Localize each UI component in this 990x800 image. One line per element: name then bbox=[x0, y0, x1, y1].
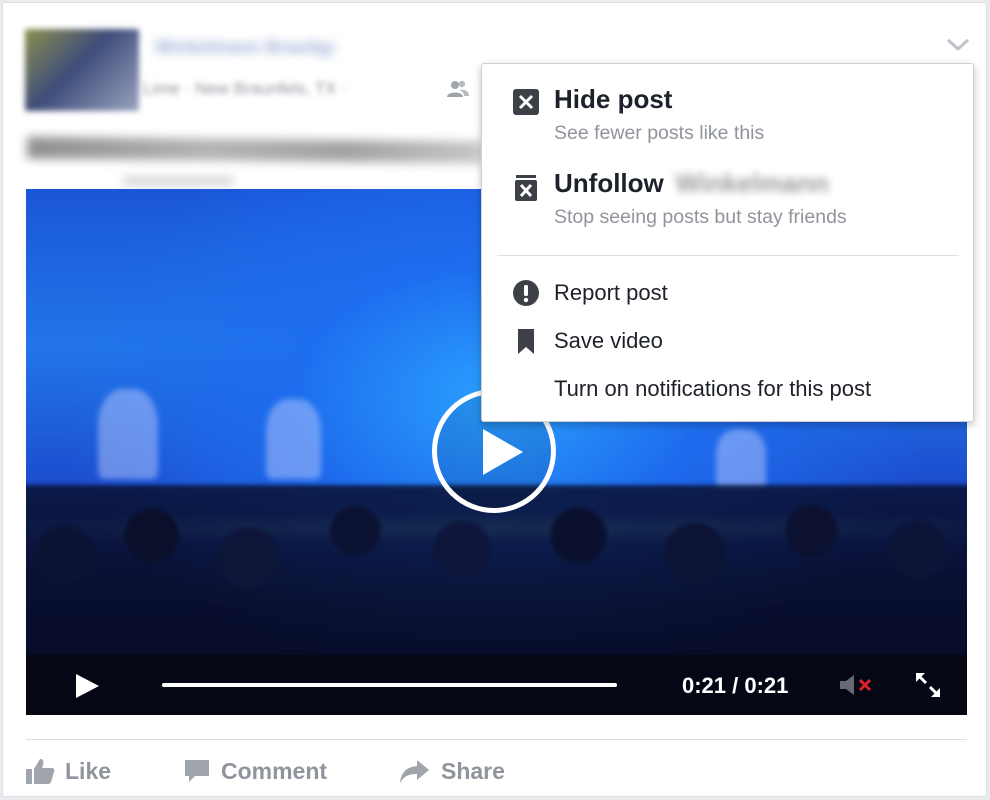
performer-figure bbox=[266, 399, 321, 479]
unfollow-title: Unfollow Winkelmann bbox=[554, 168, 829, 199]
unfollow-label: Unfollow bbox=[554, 168, 664, 198]
time-display: 0:21 / 0:21 bbox=[682, 673, 789, 698]
play-icon bbox=[483, 429, 523, 475]
share-button[interactable]: Share bbox=[399, 753, 505, 789]
unfollow-subtitle: Stop seeing posts but stay friends bbox=[554, 206, 847, 228]
exclamation-icon bbox=[512, 279, 540, 307]
unfollow-name: Winkelmann bbox=[675, 168, 829, 198]
share-arrow-icon bbox=[400, 760, 429, 783]
menu-item-save-video[interactable]: Save video bbox=[482, 322, 973, 362]
menu-item-hide-post[interactable]: Hide post See fewer posts like this bbox=[482, 82, 973, 152]
performer-figure bbox=[716, 429, 766, 489]
post-options-menu: Hide post See fewer posts like this Unfo… bbox=[481, 63, 974, 422]
hide-post-subtitle: See fewer posts like this bbox=[554, 122, 765, 144]
menu-item-unfollow[interactable]: Unfollow Winkelmann Stop seeing posts but… bbox=[482, 166, 973, 238]
post-meta: Lime · New Braunfels, TX · bbox=[143, 79, 347, 98]
report-post-label: Report post bbox=[554, 280, 668, 305]
video-controls: 0:21 / 0:21 bbox=[26, 655, 967, 715]
like-label: Like bbox=[65, 757, 112, 784]
notifications-label: Turn on notifications for this post bbox=[554, 376, 872, 401]
fullscreen-icon[interactable] bbox=[914, 671, 942, 699]
unfollow-icon bbox=[512, 174, 540, 202]
comment-label: Comment bbox=[221, 757, 328, 784]
progress-bar[interactable] bbox=[162, 683, 617, 687]
bookmark-icon bbox=[512, 327, 540, 355]
hide-post-title: Hide post bbox=[554, 84, 673, 114]
comment-icon bbox=[185, 760, 209, 782]
progress-fill bbox=[162, 683, 617, 687]
divider bbox=[26, 739, 967, 740]
menu-item-notifications[interactable]: Turn on notifications for this post bbox=[482, 370, 973, 410]
menu-item-report-post[interactable]: Report post bbox=[482, 274, 973, 314]
save-video-label: Save video bbox=[554, 328, 663, 353]
menu-divider bbox=[497, 255, 959, 256]
author-name[interactable]: Winkelmann Brautigam bbox=[155, 37, 335, 57]
share-label: Share bbox=[441, 757, 505, 784]
speaker-muted-icon[interactable] bbox=[838, 673, 878, 697]
hide-x-icon bbox=[512, 88, 540, 116]
friends-icon[interactable] bbox=[446, 79, 470, 99]
author-avatar[interactable] bbox=[25, 29, 139, 111]
performer-figure bbox=[98, 389, 158, 479]
chevron-down-icon[interactable] bbox=[943, 33, 973, 57]
play-icon[interactable] bbox=[74, 673, 100, 699]
thumbs-up-icon bbox=[26, 759, 55, 784]
like-button[interactable]: Like bbox=[25, 753, 111, 789]
post-text bbox=[27, 136, 482, 164]
comment-button[interactable]: Comment bbox=[183, 753, 327, 789]
post-text-fragment bbox=[123, 177, 233, 185]
